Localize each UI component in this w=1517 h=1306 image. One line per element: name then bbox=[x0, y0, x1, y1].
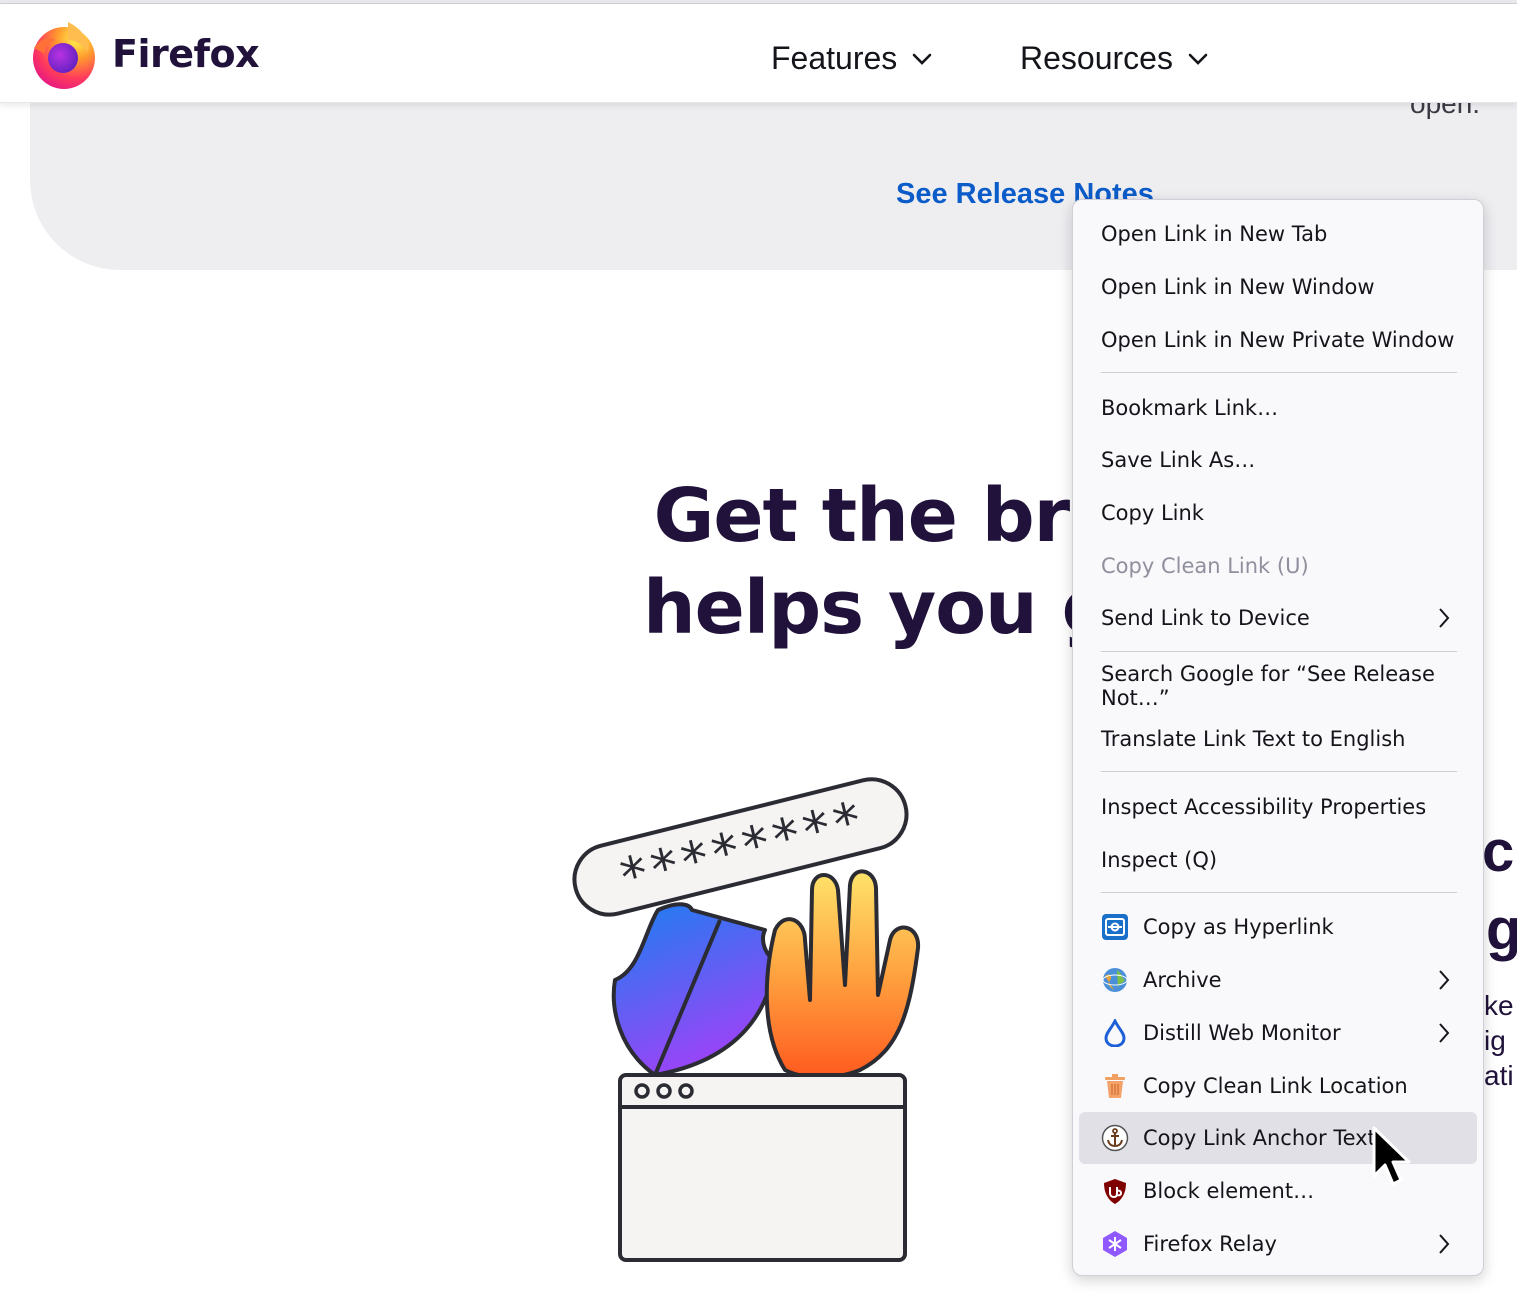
context-menu: Open Link in New Tab Open Link in New Wi… bbox=[1072, 199, 1484, 1276]
menu-firefox-relay[interactable]: Firefox Relay bbox=[1079, 1218, 1477, 1270]
menu-bookmark-link[interactable]: Bookmark Link… bbox=[1079, 382, 1477, 434]
menu-copy-link-anchor-text[interactable]: Copy Link Anchor Text bbox=[1079, 1112, 1477, 1164]
menu-item-label: Open Link in New Private Window bbox=[1101, 328, 1455, 352]
privacy-illustration: ******** bbox=[572, 777, 921, 1262]
clean-link-trash-icon bbox=[1101, 1072, 1129, 1100]
mouse-cursor-icon bbox=[1372, 1126, 1411, 1186]
nav-features-label: Features bbox=[771, 40, 898, 76]
partial-heading-fragment: ck bbox=[1482, 819, 1517, 884]
menu-block-element[interactable]: Block element… bbox=[1079, 1165, 1477, 1217]
partial-heading-fragment: g bbox=[1486, 897, 1517, 962]
menu-inspect[interactable]: Inspect (Q) bbox=[1079, 834, 1477, 886]
partial-body-fragment: ke bbox=[1484, 990, 1514, 1021]
distill-drop-icon bbox=[1101, 1019, 1129, 1047]
chevron-right-icon bbox=[1439, 1234, 1450, 1254]
menu-separator bbox=[1101, 651, 1457, 652]
nav-resources-label: Resources bbox=[1020, 40, 1173, 76]
chevron-down-icon bbox=[912, 53, 932, 65]
anchor-icon bbox=[1101, 1124, 1129, 1152]
menu-item-label: Copy Link Anchor Text bbox=[1143, 1126, 1376, 1150]
archive-globe-icon bbox=[1101, 966, 1129, 994]
partial-body-fragment: ati bbox=[1484, 1060, 1514, 1091]
menu-open-new-window[interactable]: Open Link in New Window bbox=[1079, 261, 1477, 313]
chevron-right-icon bbox=[1439, 1023, 1450, 1043]
menu-item-label: Search Google for “See Release Not…” bbox=[1101, 662, 1435, 710]
ublock-shield-icon bbox=[1101, 1177, 1129, 1205]
copy-hyperlink-icon bbox=[1101, 913, 1129, 941]
menu-item-label: Translate Link Text to English bbox=[1101, 727, 1406, 751]
relay-icon bbox=[1101, 1230, 1129, 1258]
brand-name[interactable]: Firefox bbox=[112, 32, 260, 76]
menu-separator bbox=[1101, 372, 1457, 373]
menu-copy-as-hyperlink[interactable]: Copy as Hyperlink bbox=[1079, 901, 1477, 953]
menu-copy-clean-link-location[interactable]: Copy Clean Link Location bbox=[1079, 1060, 1477, 1112]
menu-item-label: Bookmark Link… bbox=[1101, 396, 1279, 420]
menu-distill-web-monitor[interactable]: Distill Web Monitor bbox=[1079, 1007, 1477, 1059]
menu-send-link-to-device[interactable]: Send Link to Device bbox=[1079, 592, 1477, 644]
nav-features[interactable]: Features bbox=[771, 40, 933, 77]
menu-item-label: Send Link to Device bbox=[1101, 606, 1310, 630]
menu-item-label: Copy Link bbox=[1101, 501, 1204, 525]
nav-resources[interactable]: Resources bbox=[1020, 40, 1209, 77]
menu-copy-clean-link: Copy Clean Link (U) bbox=[1079, 540, 1477, 592]
menu-open-private-window[interactable]: Open Link in New Private Window bbox=[1079, 314, 1477, 366]
menu-item-label: Open Link in New Tab bbox=[1101, 222, 1328, 246]
menu-save-link-as[interactable]: Save Link As… bbox=[1079, 434, 1477, 486]
firefox-logo-icon[interactable] bbox=[28, 18, 100, 90]
menu-search-google[interactable]: Search Google for “See Release Not…” bbox=[1079, 660, 1477, 712]
site-header: Firefox Features Resources bbox=[0, 4, 1517, 103]
menu-item-label: Block element… bbox=[1143, 1179, 1315, 1203]
chevron-right-icon bbox=[1439, 970, 1450, 990]
menu-translate-link-text[interactable]: Translate Link Text to English bbox=[1079, 713, 1477, 765]
partial-body-fragment: ig bbox=[1484, 1025, 1506, 1056]
menu-item-label: Copy Clean Link Location bbox=[1143, 1074, 1408, 1098]
menu-archive[interactable]: Archive bbox=[1079, 954, 1477, 1006]
menu-item-label: Archive bbox=[1143, 968, 1222, 992]
menu-inspect-accessibility[interactable]: Inspect Accessibility Properties bbox=[1079, 781, 1477, 833]
menu-separator bbox=[1101, 892, 1457, 893]
menu-item-label: Copy Clean Link (U) bbox=[1101, 554, 1309, 578]
chevron-down-icon bbox=[1188, 53, 1208, 65]
menu-copy-link[interactable]: Copy Link bbox=[1079, 487, 1477, 539]
menu-item-label: Inspect Accessibility Properties bbox=[1101, 795, 1427, 819]
menu-item-label: Inspect (Q) bbox=[1101, 848, 1218, 872]
menu-open-new-tab[interactable]: Open Link in New Tab bbox=[1079, 208, 1477, 260]
menu-item-label: Save Link As… bbox=[1101, 448, 1256, 472]
chevron-right-icon bbox=[1439, 608, 1450, 628]
menu-item-label: Copy as Hyperlink bbox=[1143, 915, 1334, 939]
menu-item-label: Distill Web Monitor bbox=[1143, 1021, 1341, 1045]
menu-item-label: Firefox Relay bbox=[1143, 1232, 1277, 1256]
menu-separator bbox=[1101, 771, 1457, 772]
menu-item-label: Open Link in New Window bbox=[1101, 275, 1375, 299]
